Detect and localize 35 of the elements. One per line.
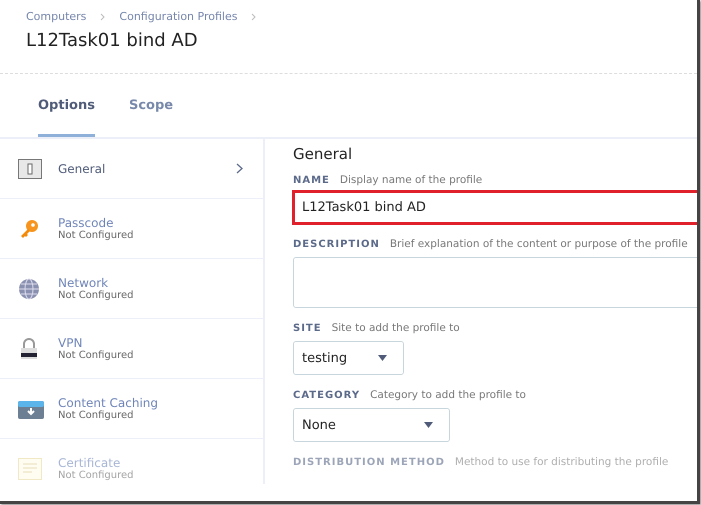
globe-icon bbox=[18, 278, 40, 300]
field-hint: Method to use for distributing the profile bbox=[454, 456, 668, 468]
name-field[interactable]: L12Task01 bind AD bbox=[293, 191, 697, 224]
tab[interactable]: Scope bbox=[128, 74, 174, 137]
page-title: L12Task01 bind AD bbox=[26, 30, 199, 51]
tab[interactable]: Options bbox=[38, 74, 95, 137]
section-heading: General bbox=[293, 145, 354, 163]
caret-icon bbox=[424, 422, 433, 428]
sidebar-item[interactable]: Network Not Configured bbox=[0, 259, 263, 319]
chevron-icon bbox=[100, 12, 106, 20]
switch-icon bbox=[18, 158, 42, 178]
sidebar-item[interactable]: VPN Not Configured bbox=[0, 319, 263, 379]
dropdown[interactable]: testing bbox=[293, 341, 404, 375]
field-label: SITE bbox=[293, 323, 322, 334]
field-label: NAME bbox=[293, 175, 330, 186]
field-label: CATEGORY bbox=[293, 390, 360, 401]
field-hint: Site to add the profile to bbox=[332, 322, 460, 334]
certificate-icon bbox=[18, 458, 42, 480]
chevron-icon bbox=[236, 163, 243, 174]
sidebar-item[interactable]: Passcode Not Configured bbox=[0, 199, 263, 259]
lock-icon bbox=[18, 338, 40, 360]
dropdown[interactable]: None bbox=[293, 408, 450, 442]
field-hint: Brief explanation of the content or purpose of the profile bbox=[390, 238, 688, 250]
caret-icon bbox=[378, 355, 387, 361]
chevron-icon bbox=[251, 12, 256, 20]
sidebar-item[interactable]: General bbox=[0, 139, 263, 199]
tray-icon bbox=[18, 398, 44, 418]
description-field[interactable] bbox=[293, 257, 697, 308]
breadcrumb-link[interactable]: Computers bbox=[26, 10, 86, 23]
field-hint: Display name of the profile bbox=[340, 174, 482, 186]
field-hint: Category to add the profile to bbox=[370, 389, 526, 401]
field-label: DISTRIBUTION METHOD bbox=[293, 457, 445, 468]
field-label: DESCRIPTION bbox=[293, 239, 380, 250]
sidebar-item[interactable]: Content Caching Not Configured bbox=[0, 379, 263, 439]
breadcrumb-link[interactable]: Configuration Profiles bbox=[119, 10, 238, 23]
